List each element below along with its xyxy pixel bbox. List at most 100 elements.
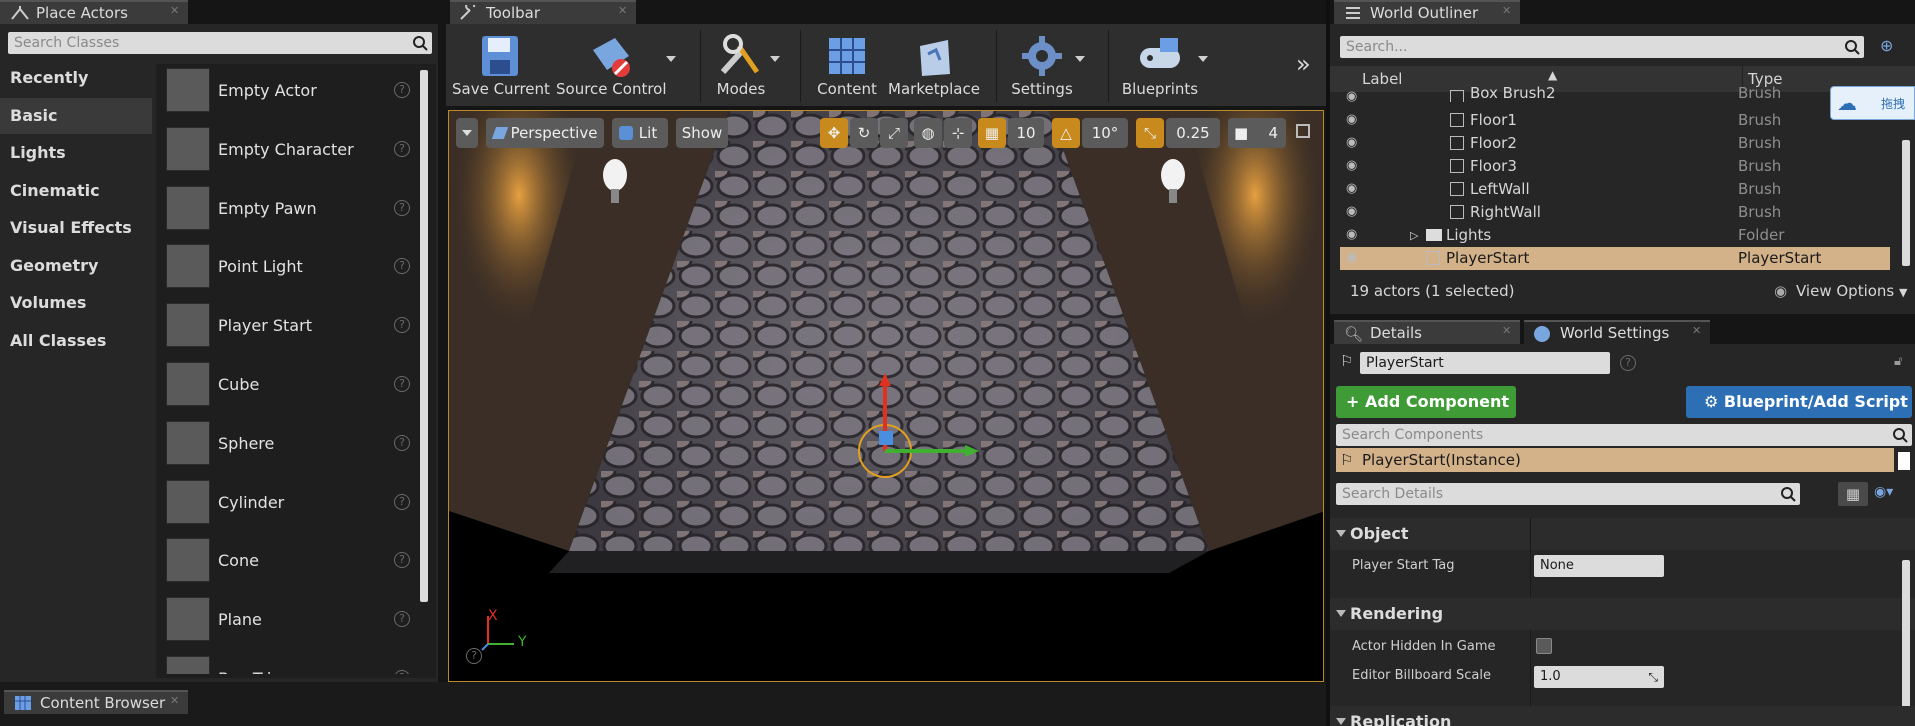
- category-basic[interactable]: Basic: [0, 97, 152, 134]
- tab-place-actors[interactable]: Place Actors ✕: [0, 0, 188, 24]
- category-cinematic[interactable]: Cinematic: [0, 173, 152, 209]
- close-icon[interactable]: ✕: [170, 695, 180, 706]
- category-visual-effects[interactable]: Visual Effects: [0, 210, 152, 246]
- category-lights[interactable]: Lights: [0, 135, 152, 171]
- toolbar-overflow-icon[interactable]: »: [1296, 50, 1311, 78]
- actor-item[interactable]: Cylinder?: [162, 476, 420, 534]
- close-icon[interactable]: ✕: [618, 5, 628, 16]
- grid-snap-icon[interactable]: ▦: [978, 118, 1006, 148]
- marketplace-button[interactable]: Marketplace: [888, 30, 980, 102]
- outliner-row[interactable]: ◉ LeftWall Brush: [1340, 178, 1890, 201]
- close-icon[interactable]: ✕: [170, 5, 180, 16]
- category-volumes[interactable]: Volumes: [0, 285, 152, 321]
- category-recently-placed[interactable]: Recently Placed: [0, 60, 152, 123]
- viewport-options-dropdown[interactable]: [456, 118, 478, 148]
- close-icon[interactable]: ✕: [1692, 325, 1702, 336]
- outliner-search-input[interactable]: Search...: [1340, 36, 1864, 58]
- actor-hidden-checkbox[interactable]: [1536, 638, 1552, 654]
- modes-dropdown-icon[interactable]: [770, 56, 780, 62]
- actor-item[interactable]: Empty Pawn?: [162, 182, 420, 240]
- source-control-dropdown-icon[interactable]: [666, 56, 676, 62]
- visibility-eye-icon[interactable]: ◉: [1346, 228, 1362, 241]
- details-scrollbar[interactable]: [1902, 560, 1910, 726]
- actor-item[interactable]: Player Start?: [162, 299, 420, 357]
- rotate-mode-icon[interactable]: ↻: [850, 118, 878, 148]
- visibility-eye-icon[interactable]: ◉: [1346, 205, 1362, 218]
- grid-snap-value[interactable]: 10: [1008, 118, 1044, 148]
- maximize-viewport-icon[interactable]: [1296, 124, 1310, 138]
- save-current-button[interactable]: Save Current: [452, 30, 550, 102]
- visibility-eye-icon[interactable]: ◉: [1346, 113, 1362, 126]
- level-viewport[interactable]: [448, 110, 1324, 682]
- actor-item[interactable]: Cube?: [162, 358, 420, 416]
- visibility-eye-icon[interactable]: ◉: [1346, 182, 1362, 195]
- tab-content-browser[interactable]: Content Browser ✕: [4, 690, 188, 714]
- help-icon[interactable]: ?: [394, 552, 410, 569]
- close-icon[interactable]: ✕: [1502, 5, 1512, 16]
- view-options-button[interactable]: ◉ View Options ▼: [1774, 282, 1908, 300]
- help-icon[interactable]: ?: [394, 140, 410, 157]
- category-geometry[interactable]: Geometry: [0, 248, 152, 284]
- translate-mode-icon[interactable]: ✥: [820, 118, 848, 148]
- outliner-row[interactable]: ◉ PlayerStart PlayerStart: [1340, 247, 1890, 270]
- outliner-scrollbar[interactable]: [1902, 140, 1910, 266]
- outliner-row[interactable]: ◉ RightWall Brush: [1340, 201, 1890, 224]
- close-icon[interactable]: ✕: [1502, 325, 1512, 336]
- tab-details[interactable]: 🔍︎ Details ✕: [1334, 320, 1520, 344]
- help-icon[interactable]: ?: [394, 317, 410, 334]
- actor-item[interactable]: Box Trigger?: [162, 652, 420, 674]
- lit-button[interactable]: Lit: [612, 118, 668, 148]
- outliner-row[interactable]: ◉ Box Brush2 Brush: [1340, 86, 1890, 102]
- actor-list-scrollbar[interactable]: [420, 70, 428, 602]
- blueprint-add-script-button[interactable]: ⚙ Blueprint/Add Script: [1686, 386, 1912, 418]
- section-replication[interactable]: Replication: [1330, 706, 1915, 726]
- show-button[interactable]: Show: [676, 118, 728, 148]
- source-control-button[interactable]: Source Control: [556, 30, 667, 102]
- section-object[interactable]: Object: [1330, 518, 1915, 550]
- blueprints-dropdown-icon[interactable]: [1198, 56, 1208, 62]
- visibility-eye-icon[interactable]: ◉: [1346, 90, 1362, 102]
- visibility-eye-icon[interactable]: ◉: [1346, 251, 1362, 264]
- help-icon[interactable]: ?: [394, 434, 410, 451]
- rotation-snap-value[interactable]: 10°: [1082, 118, 1128, 148]
- scale-snap-value[interactable]: 0.25: [1166, 118, 1220, 148]
- help-icon[interactable]: ?: [1620, 355, 1636, 371]
- help-icon[interactable]: ?: [394, 82, 410, 98]
- modes-button[interactable]: Modes: [706, 30, 776, 102]
- add-component-button[interactable]: + Add Component ▼: [1336, 386, 1516, 444]
- tab-toolbar[interactable]: Toolbar ✕: [450, 0, 636, 24]
- search-classes-input[interactable]: Search Classes: [8, 32, 432, 54]
- viewport-help-icon[interactable]: ?: [466, 648, 482, 664]
- actor-item[interactable]: Empty Actor?: [162, 64, 420, 122]
- world-local-icon[interactable]: ◍: [914, 118, 942, 148]
- actor-item[interactable]: Plane?: [162, 593, 420, 651]
- content-button[interactable]: Content: [812, 30, 882, 102]
- tab-world-outliner[interactable]: World Outliner ✕: [1334, 0, 1520, 24]
- help-icon[interactable]: ?: [394, 199, 410, 216]
- outliner-row[interactable]: ◉ ▷ Lights Folder: [1340, 224, 1890, 247]
- components-scrollbar[interactable]: [1898, 452, 1910, 470]
- scale-mode-icon[interactable]: ⤢: [880, 118, 908, 148]
- outliner-row[interactable]: ◉ Floor3 Brush: [1340, 155, 1890, 178]
- perspective-button[interactable]: Perspective: [486, 118, 604, 148]
- search-details-input[interactable]: Search Details: [1336, 483, 1800, 505]
- actor-item[interactable]: Empty Character?: [162, 123, 420, 181]
- actor-item[interactable]: Point Light?: [162, 240, 420, 298]
- settings-dropdown-icon[interactable]: [1075, 56, 1085, 62]
- scale-snap-icon[interactable]: ⤡: [1136, 118, 1164, 148]
- outliner-row[interactable]: ◉ Floor2 Brush: [1340, 132, 1890, 155]
- help-icon[interactable]: ?: [394, 258, 410, 275]
- settings-button[interactable]: Settings: [1004, 30, 1080, 102]
- help-icon[interactable]: ?: [394, 670, 410, 674]
- category-all-classes[interactable]: All Classes: [0, 323, 152, 359]
- player-start-tag-input[interactable]: None: [1534, 555, 1664, 577]
- tab-world-settings[interactable]: World Settings ✕: [1524, 320, 1710, 344]
- camera-speed-button[interactable]: ■ 4: [1228, 118, 1286, 148]
- component-instance-row[interactable]: ⚐ PlayerStart(Instance): [1336, 448, 1894, 472]
- lock-icon[interactable]: 🔓︎: [1894, 354, 1902, 369]
- add-folder-icon[interactable]: ⊕: [1880, 36, 1902, 58]
- search-components-input[interactable]: Search Components: [1336, 424, 1912, 446]
- outliner-row[interactable]: ◉ Floor1 Brush: [1340, 109, 1890, 132]
- expand-arrow-icon[interactable]: ▷: [1410, 224, 1418, 247]
- help-icon[interactable]: ?: [394, 376, 410, 392]
